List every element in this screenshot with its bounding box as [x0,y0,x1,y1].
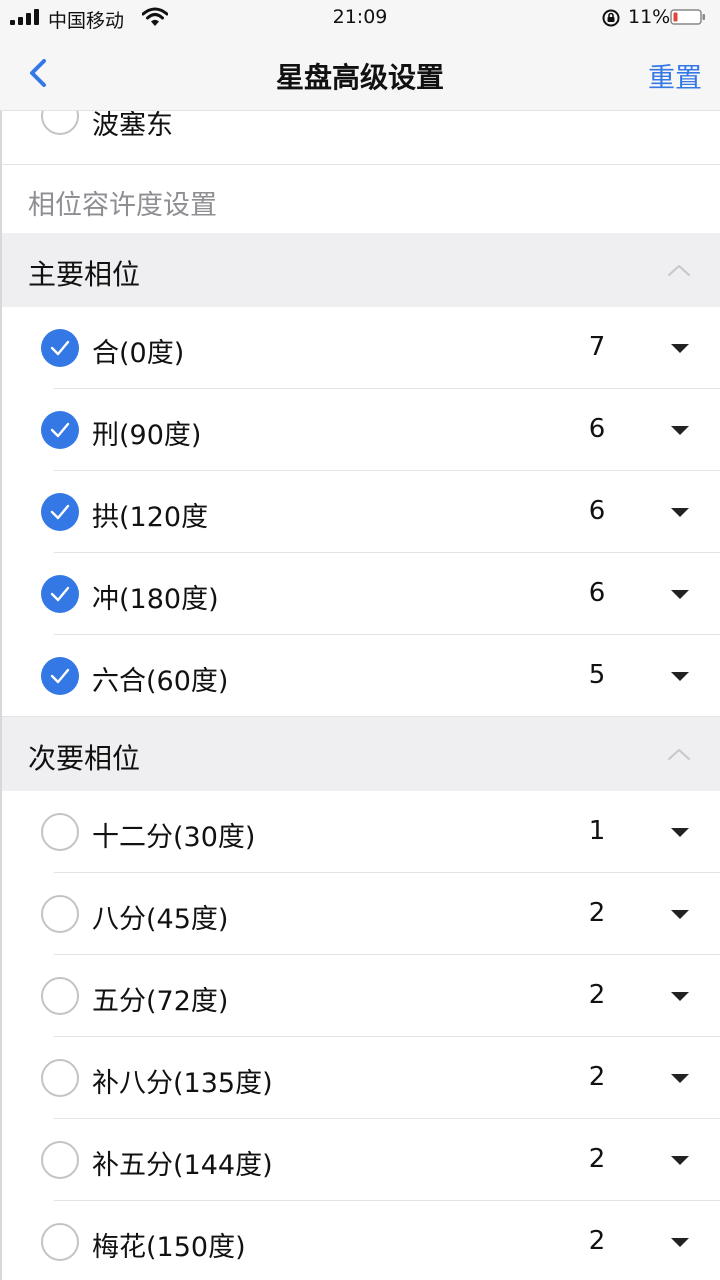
dropdown-caret-icon[interactable] [671,508,689,517]
settings-list[interactable]: 波塞东 相位容许度设置 主要相位 合(0度) 7 刑(90度) 6 拱(120度 6 冲(180度… [0,111,720,1280]
aspect-label: 八分(45度) [92,904,229,935]
aspect-row[interactable]: 补五分(144度) 2 [0,1119,720,1201]
orb-value: 2 [588,898,606,928]
orb-value: 2 [588,980,606,1010]
aspect-row[interactable]: 刑(90度) 6 [0,389,720,471]
checkbox-unchecked-icon[interactable] [41,895,79,933]
orb-value: 2 [588,1062,606,1092]
page-title: 星盘高级设置 [275,61,444,94]
checkbox-checked-icon[interactable] [41,493,79,531]
aspect-label: 冲(180度) [92,584,219,615]
aspect-label: 波塞东 [92,111,173,141]
dropdown-caret-icon[interactable] [671,672,689,681]
aspect-label: 六合(60度) [92,666,229,697]
chevron-up-icon[interactable] [667,263,691,277]
reset-button[interactable]: 重置 [648,56,702,95]
aspect-label: 补八分(135度) [92,1068,273,1099]
orb-value: 7 [588,332,606,362]
dropdown-caret-icon[interactable] [671,344,689,353]
group-header[interactable]: 主要相位 [0,233,720,307]
battery-icon [670,9,705,25]
checkbox-checked-icon[interactable] [41,411,79,449]
aspect-row[interactable]: 冲(180度) 6 [0,553,720,635]
rotation-lock-icon [602,9,620,27]
section-caption-text: 相位容许度设置 [28,190,217,221]
aspect-label: 十二分(30度) [92,822,256,853]
dropdown-caret-icon[interactable] [671,1238,689,1247]
dropdown-caret-icon[interactable] [671,590,689,599]
aspect-label: 拱(120度 [92,502,209,533]
checkbox-unchecked-icon[interactable] [41,977,79,1015]
status-bar: 中国移动 21:09 11% [0,0,720,36]
aspect-label: 合(0度) [92,338,185,369]
checkbox-unchecked-icon[interactable] [41,111,79,135]
checkbox-checked-icon[interactable] [41,329,79,367]
battery-percent: 11% [628,6,671,28]
dropdown-caret-icon[interactable] [671,1074,689,1083]
aspect-row[interactable]: 补八分(135度) 2 [0,1037,720,1119]
dropdown-caret-icon[interactable] [671,426,689,435]
dropdown-caret-icon[interactable] [671,992,689,1001]
aspect-label: 五分(72度) [92,986,229,1017]
aspect-label: 补五分(144度) [92,1150,273,1181]
group-title: 次要相位 [28,742,141,775]
dropdown-caret-icon[interactable] [671,910,689,919]
orb-value: 6 [588,496,606,526]
scroll-edge-divider [0,111,2,1280]
nav-bar: 星盘高级设置 重置 [0,36,720,111]
aspect-row[interactable]: 八分(45度) 2 [0,873,720,955]
group-header[interactable]: 次要相位 [0,717,720,791]
chevron-up-icon[interactable] [667,747,691,761]
aspect-row[interactable]: 拱(120度 6 [0,471,720,553]
orb-value: 2 [588,1226,606,1256]
checkbox-unchecked-icon[interactable] [41,1059,79,1097]
orb-value: 6 [588,414,606,444]
checkbox-checked-icon[interactable] [41,657,79,695]
aspect-label: 梅花(150度) [92,1232,246,1263]
orb-value: 5 [588,660,606,690]
aspect-row[interactable]: 合(0度) 7 [0,307,720,389]
aspect-row[interactable]: 十二分(30度) 1 [0,791,720,873]
checkbox-unchecked-icon[interactable] [41,1141,79,1179]
aspect-label: 刑(90度) [92,420,202,451]
aspect-row[interactable]: 五分(72度) 2 [0,955,720,1037]
orb-value: 2 [588,1144,606,1174]
aspect-row[interactable]: 梅花(150度) 2 [0,1201,720,1280]
dropdown-caret-icon[interactable] [671,1156,689,1165]
section-caption: 相位容许度设置 [0,165,720,233]
dropdown-caret-icon[interactable] [671,828,689,837]
aspect-row[interactable]: 六合(60度) 5 [0,635,720,717]
checkbox-unchecked-icon[interactable] [41,1223,79,1261]
group-title: 主要相位 [28,258,141,291]
orb-value: 1 [588,816,606,846]
checkbox-unchecked-icon[interactable] [41,813,79,851]
list-item-top[interactable]: 波塞东 [0,111,720,165]
checkbox-checked-icon[interactable] [41,575,79,613]
orb-value: 6 [588,578,606,608]
